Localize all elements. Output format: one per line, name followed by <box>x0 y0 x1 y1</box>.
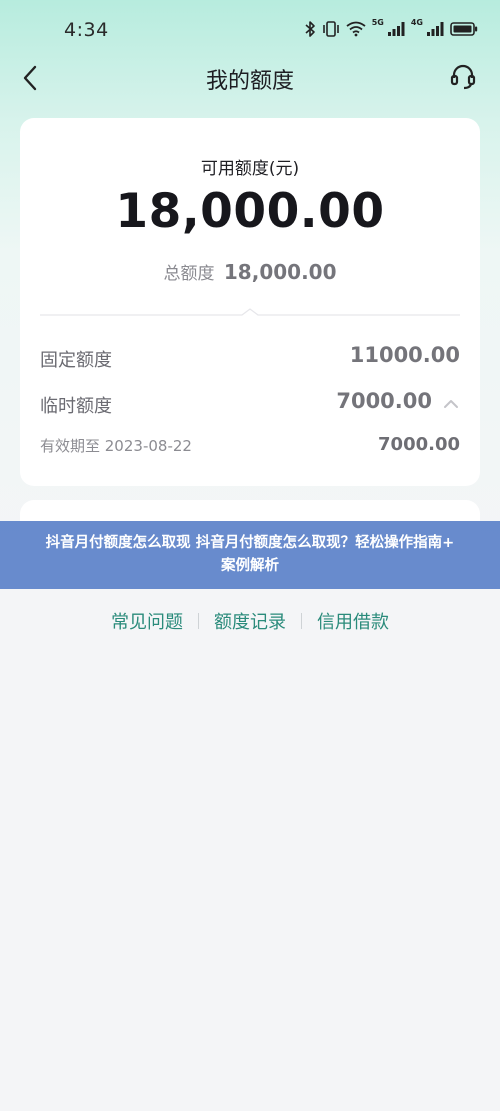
temporary-credit-row[interactable]: 临时额度 7000.00 <box>40 389 460 419</box>
faq-link[interactable]: 常见问题 <box>111 608 183 634</box>
credit-loan-link[interactable]: 信用借款 <box>317 608 389 634</box>
article-title-banner: 抖音月付额度怎么取现 抖音月付额度怎么取现？轻松操作指南+ 案例解析 <box>0 521 500 589</box>
banner-line-2: 案例解析 <box>221 558 279 574</box>
navigation-bar: 我的额度 <box>0 56 500 100</box>
validity-amount: 7000.00 <box>378 434 460 455</box>
status-bar: 4:34 5G 4G <box>0 0 500 60</box>
footer-links: 常见问题 额度记录 信用借款 <box>0 608 500 634</box>
chevron-up-icon[interactable] <box>442 395 460 413</box>
validity-label: 有效期至 2023-08-22 <box>40 437 192 455</box>
fixed-credit-value: 11000.00 <box>349 343 460 367</box>
network-4g-label: 4G <box>410 17 423 27</box>
fixed-credit-row: 固定额度 11000.00 <box>40 343 460 373</box>
credit-limit-card: 可用额度(元) 18,000.00 总额度 18,000.00 固定额度 110… <box>20 118 480 486</box>
available-credit-label: 可用额度(元) <box>200 159 300 179</box>
footer-separator <box>198 613 199 629</box>
total-credit-label: 总额度 <box>163 264 215 284</box>
signal-5g-icon <box>387 21 405 37</box>
card-divider <box>40 304 460 316</box>
customer-service-button[interactable] <box>446 60 480 94</box>
total-credit-value: 18,000.00 <box>223 260 337 284</box>
wifi-icon <box>346 21 366 37</box>
status-icons: 5G 4G <box>304 17 478 38</box>
temporary-credit-value: 7000.00 <box>336 389 432 413</box>
credit-history-link[interactable]: 额度记录 <box>214 608 286 634</box>
network-5g-label: 5G <box>371 17 384 27</box>
status-time: 4:34 <box>64 19 109 41</box>
validity-row: 有效期至 2023-08-22 7000.00 <box>40 432 460 462</box>
available-credit-amount: 18,000.00 <box>115 184 385 239</box>
signal-4g-icon <box>426 21 444 37</box>
vibrate-icon <box>322 20 340 38</box>
fixed-credit-label: 固定额度 <box>40 350 112 371</box>
bluetooth-icon <box>304 20 316 38</box>
temporary-credit-label: 临时额度 <box>40 396 112 417</box>
headset-icon <box>450 64 476 90</box>
total-credit-row: 总额度 18,000.00 <box>20 259 480 284</box>
page-title: 我的额度 <box>205 69 294 94</box>
battery-icon <box>450 21 478 37</box>
footer-separator <box>301 613 302 629</box>
banner-line-1: 抖音月付额度怎么取现 抖音月付额度怎么取现？轻松操作指南+ <box>45 535 455 551</box>
